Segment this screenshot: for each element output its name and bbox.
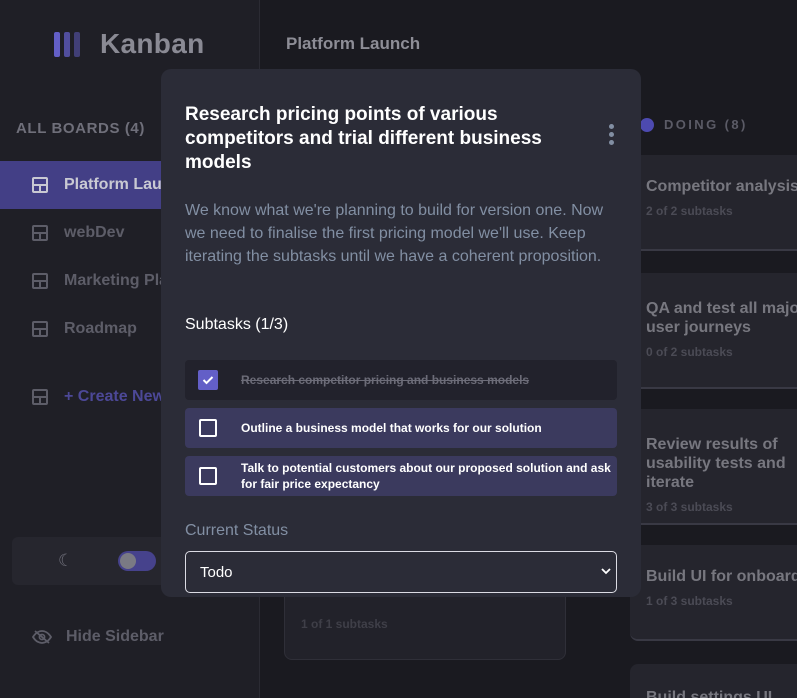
task-card[interactable]: Build settings UI [630,664,797,698]
task-subtask-count: 0 of 2 subtasks [646,345,733,359]
moon-icon: ☾ [58,551,74,570]
task-subtask-count: 2 of 2 subtasks [646,204,733,218]
board-icon [32,321,48,337]
task-subtask-count: 1 of 1 subtasks [301,617,388,631]
task-title: Build UI for onboarding flow [646,568,797,585]
subtask-item[interactable]: Talk to potential customers about our pr… [185,456,617,496]
boards-heading: ALL BOARDS (4) [16,120,145,137]
board-icon [32,177,48,193]
task-title: QA and test all major user journeys [646,300,797,336]
task-card[interactable]: QA and test all major user journeys 0 of… [630,273,797,389]
task-title: Competitor analysis [646,178,797,195]
task-subtask-count: 3 of 3 subtasks [646,500,733,514]
status-select-value: Todo [200,563,233,581]
subtask-label: Outline a business model that works for … [241,421,542,435]
kanban-logo-icon [54,31,80,57]
sidebar-item-label: Roadmap [64,320,137,337]
task-title: Review results of usability tests and it… [646,436,786,491]
hide-sidebar-label: Hide Sidebar [66,628,164,645]
task-description: We know what we're planning to build for… [185,202,604,265]
board-icon [32,389,48,405]
task-title: Build settings UI [646,689,773,698]
subtasks-heading: Subtasks (1/3) [185,316,289,333]
modal-title: Research pricing points of various compe… [185,104,542,173]
subtask-checkbox[interactable] [199,467,217,485]
subtask-item[interactable]: Research competitor pricing and business… [185,360,617,400]
vertical-ellipsis-icon[interactable] [607,124,615,146]
subtask-label: Research competitor pricing and business… [241,373,530,387]
logo: Kanban [54,28,204,60]
column-name: DOING (8) [664,117,748,132]
hide-sidebar-button[interactable]: Hide Sidebar [32,628,164,646]
subtask-label: Talk to potential customers about our pr… [241,461,611,491]
task-subtask-count: 1 of 3 subtasks [646,594,733,608]
subtask-checkbox[interactable] [199,419,217,437]
task-card[interactable]: Review results of usability tests and it… [630,409,797,525]
task-card[interactable]: Competitor analysis 2 of 2 subtasks [630,155,797,251]
subtask-item[interactable]: Outline a business model that works for … [185,408,617,448]
sidebar-item-label: webDev [64,224,125,241]
column-color-dot [640,117,654,132]
theme-toggle-switch[interactable] [118,551,156,571]
subtask-checkbox[interactable] [198,370,218,390]
chevron-down-icon [601,568,611,575]
column-heading-doing: DOING (8) [640,117,748,132]
status-select[interactable]: Todo [185,551,617,593]
toggle-knob [120,553,136,569]
current-status-label: Current Status [185,522,289,539]
board-title: Platform Launch [286,34,421,53]
task-card[interactable]: Build UI for onboarding flow 1 of 3 subt… [630,545,797,641]
eye-slash-icon [32,630,52,644]
task-detail-modal: Research pricing points of various compe… [161,69,641,597]
board-icon [32,225,48,241]
check-icon [202,376,214,385]
app-name: Kanban [100,28,205,59]
board-icon [32,273,48,289]
